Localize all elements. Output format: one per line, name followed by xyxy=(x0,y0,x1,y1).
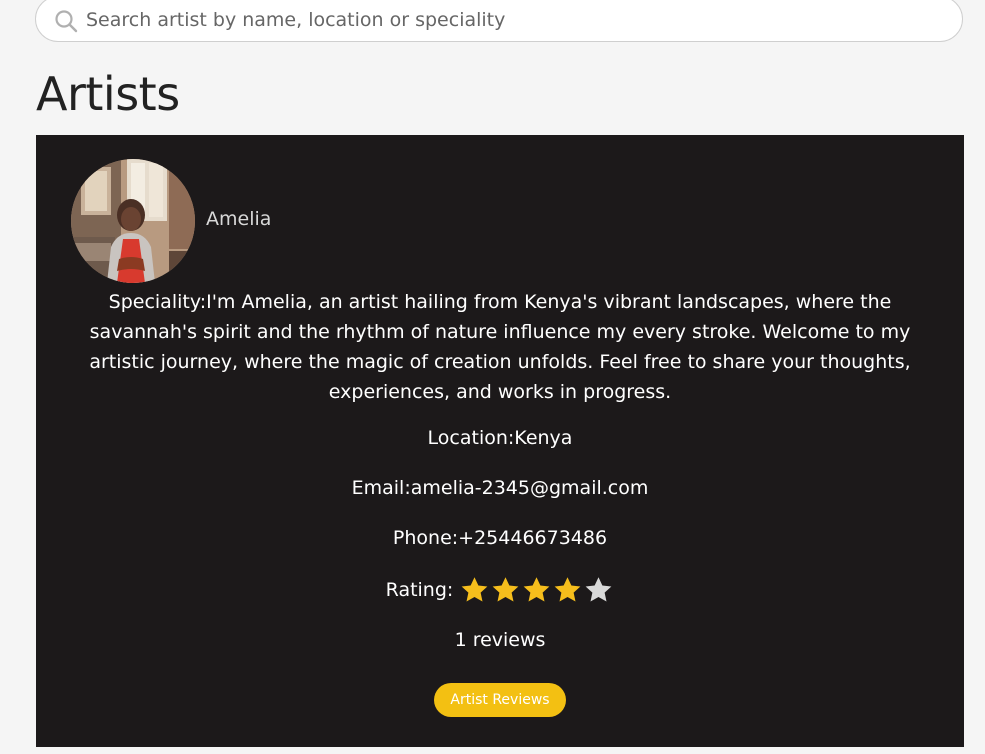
artist-reviews-button[interactable]: Artist Reviews xyxy=(434,683,566,717)
star-empty-icon xyxy=(585,577,612,602)
star-filled-icon xyxy=(461,577,488,602)
artist-card: Amelia Speciality:I'm Amelia, an artist … xyxy=(36,135,964,747)
star-filled-icon xyxy=(554,577,581,602)
star-filled-icon xyxy=(492,577,519,602)
avatar xyxy=(71,159,195,283)
search-icon xyxy=(55,10,78,33)
artist-speciality: Speciality:I'm Amelia, an artist hailing… xyxy=(89,291,911,403)
search-bar[interactable] xyxy=(35,0,963,42)
artist-phone: Phone:+25446673486 xyxy=(392,527,608,549)
artist-email: Email:amelia-2345@gmail.com xyxy=(351,477,649,499)
star-filled-icon xyxy=(523,577,550,602)
artist-name: Amelia xyxy=(206,208,272,230)
rating-label: Rating: xyxy=(385,579,454,601)
reviews-count: 1 reviews xyxy=(454,629,546,651)
rating-stars xyxy=(459,575,614,605)
artist-location: Location:Kenya xyxy=(427,427,573,449)
rating-row: Rating: xyxy=(36,575,964,605)
search-input[interactable] xyxy=(86,5,946,35)
page-title: Artists xyxy=(36,67,180,121)
